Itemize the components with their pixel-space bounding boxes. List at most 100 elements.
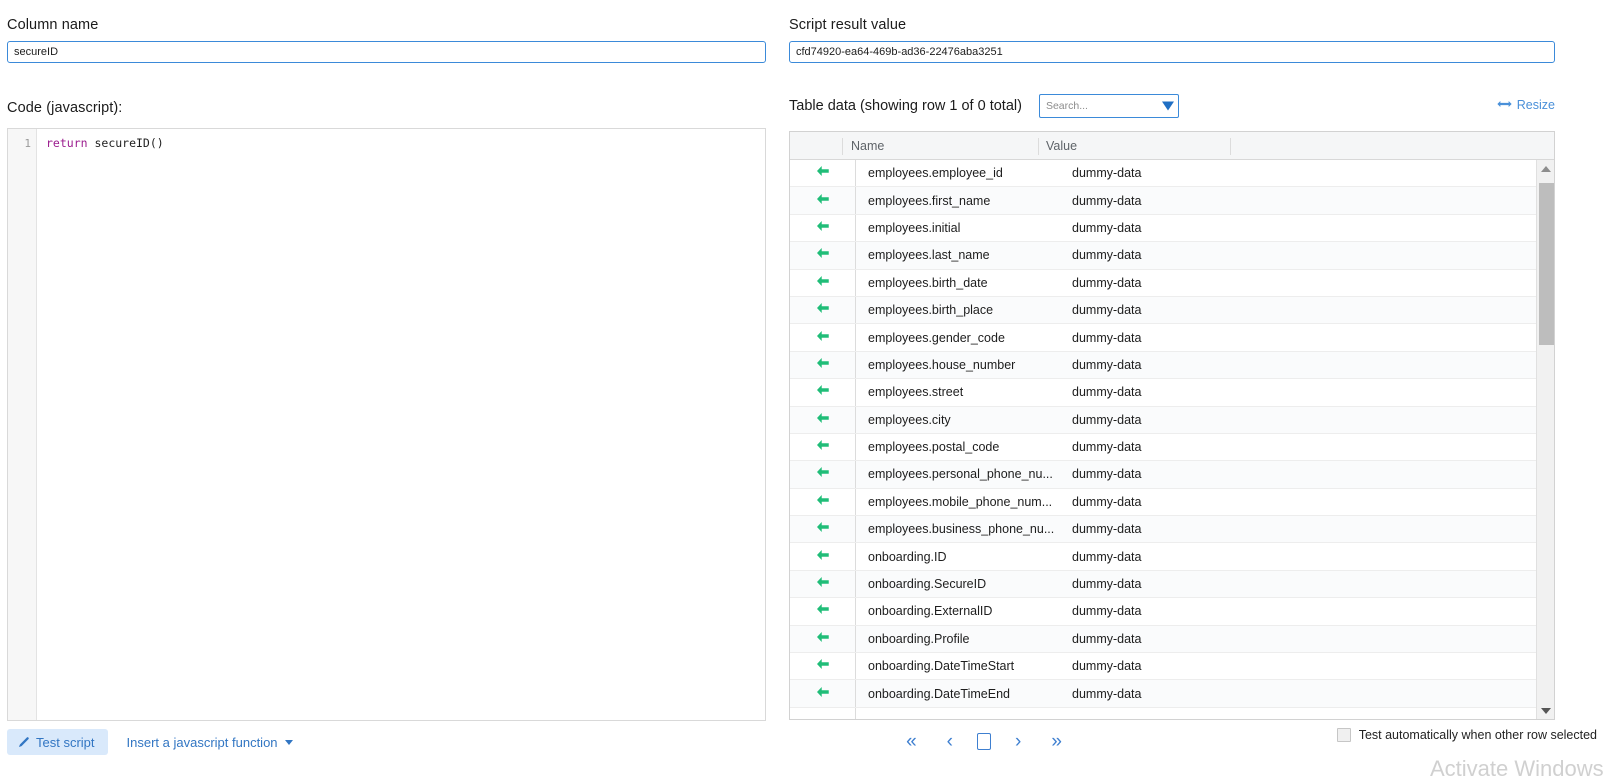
vertical-scrollbar[interactable]	[1536, 160, 1554, 719]
header-separator-3	[1230, 138, 1231, 155]
column-name-input[interactable]: secureID	[7, 41, 766, 63]
row-select-cell[interactable]	[790, 625, 856, 653]
row-select-cell[interactable]	[790, 433, 856, 461]
table-row[interactable]: employees.gender_code dummy-data	[790, 324, 1536, 352]
arrow-left-icon[interactable]	[816, 411, 830, 429]
previous-page-button[interactable]: ‹	[941, 730, 959, 753]
arrow-left-icon[interactable]	[816, 575, 830, 593]
row-select-cell[interactable]	[790, 296, 856, 324]
table-row[interactable]: onboarding.ExternalID dummy-data	[790, 598, 1536, 626]
arrow-left-icon[interactable]	[816, 301, 830, 319]
column-name-value: secureID	[14, 46, 59, 58]
table-row[interactable]: employees.street dummy-data	[790, 379, 1536, 407]
row-select-cell[interactable]	[790, 707, 856, 719]
column-header-value[interactable]: Value	[1046, 139, 1077, 153]
table-row[interactable]: employees.house_number dummy-data	[790, 351, 1536, 380]
row-name-cell: employees.first_name	[868, 193, 991, 208]
auto-test-checkbox[interactable]	[1336, 728, 1351, 742]
arrow-left-icon[interactable]	[816, 548, 830, 566]
row-select-cell[interactable]	[790, 653, 856, 680]
table-header-row: Name Value	[790, 132, 1554, 160]
arrow-left-icon[interactable]	[816, 274, 830, 292]
arrow-left-icon[interactable]	[816, 630, 830, 648]
last-page-button[interactable]: »	[1045, 730, 1068, 753]
current-page-button[interactable]	[977, 733, 991, 750]
row-select-cell[interactable]	[790, 269, 856, 296]
arrow-left-icon[interactable]	[816, 685, 830, 703]
row-select-cell[interactable]	[790, 516, 856, 543]
resize-label: Resize	[1516, 98, 1555, 112]
scroll-up-arrow-icon[interactable]	[1537, 160, 1554, 177]
filter-dropdown-icon[interactable]	[1161, 101, 1174, 111]
arrow-left-icon[interactable]	[816, 219, 830, 237]
table-row[interactable]: employees.birth_place dummy-data	[790, 296, 1536, 325]
row-name-cell: employees.employee_id	[868, 166, 1003, 181]
arrow-left-icon[interactable]	[816, 520, 830, 538]
script-editor-page: Column name secureID Code (javascript): …	[0, 0, 1605, 780]
row-select-cell[interactable]	[790, 461, 856, 488]
arrow-left-icon[interactable]	[816, 493, 830, 511]
column-header-name[interactable]: Name	[851, 139, 884, 153]
table-row[interactable]: employees.employee_id dummy-data	[790, 160, 1536, 188]
row-name-cell: employees.house_number	[868, 357, 1016, 372]
test-script-button[interactable]: Test script	[7, 729, 108, 755]
row-select-cell[interactable]	[790, 680, 856, 707]
code-text-area[interactable]: return secureID()	[37, 129, 765, 720]
pencil-icon	[17, 736, 30, 749]
header-separator-2	[1038, 138, 1039, 155]
row-select-cell[interactable]	[790, 214, 856, 242]
auto-test-checkbox-row[interactable]: Test automatically when other row select…	[1336, 728, 1597, 742]
scroll-down-arrow-icon[interactable]	[1537, 702, 1554, 719]
table-row[interactable]: onboarding.ID dummy-data	[790, 543, 1536, 571]
scrollbar-thumb[interactable]	[1539, 183, 1554, 345]
table-row[interactable]: employees.business_phone_nu... dummy-data	[790, 516, 1536, 544]
table-row[interactable]: employees.personal_phone_nu... dummy-data	[790, 461, 1536, 489]
table-row[interactable]: employees.initial dummy-data	[790, 214, 1536, 243]
search-input[interactable]: Search...	[1038, 94, 1179, 118]
arrow-left-icon[interactable]	[816, 192, 830, 210]
script-result-input[interactable]: cfd74920-ea64-469b-ad36-22476aba3251	[789, 41, 1555, 63]
table-row[interactable]: employees.city dummy-data	[790, 406, 1536, 434]
auto-test-label: Test automatically when other row select…	[1358, 728, 1597, 742]
code-editor[interactable]: 1 return secureID()	[7, 128, 766, 721]
table-row[interactable]: onboarding.Profile dummy-data	[790, 625, 1536, 654]
table-body[interactable]: employees.employee_id dummy-data employees…	[790, 160, 1536, 719]
row-select-cell[interactable]	[790, 570, 856, 598]
arrow-left-icon[interactable]	[816, 246, 830, 264]
row-select-cell[interactable]	[790, 160, 856, 187]
row-name-cell: employees.birth_place	[868, 303, 994, 318]
row-value-cell: dummy-data	[1072, 275, 1142, 290]
table-row[interactable]: onboarding.DateTimeStart dummy-data	[790, 653, 1536, 681]
row-select-cell[interactable]	[790, 406, 856, 433]
row-select-cell[interactable]	[790, 488, 856, 516]
row-select-cell[interactable]	[790, 324, 856, 351]
row-select-cell[interactable]	[790, 543, 856, 570]
table-row[interactable]: employees.postal_code dummy-data	[790, 433, 1536, 462]
row-select-cell[interactable]	[790, 379, 856, 406]
arrow-left-icon[interactable]	[816, 383, 830, 401]
arrow-left-icon[interactable]	[816, 438, 830, 456]
arrow-left-icon[interactable]	[816, 329, 830, 347]
table-row[interactable]: employees.mobile_phone_num... dummy-data	[790, 488, 1536, 517]
table-row[interactable]: employees.first_name dummy-data	[790, 187, 1536, 215]
first-page-button[interactable]: «	[900, 730, 923, 753]
table-row[interactable]: onboarding.SecureID dummy-data	[790, 570, 1536, 599]
insert-javascript-function-button[interactable]: Insert a javascript function	[127, 735, 293, 750]
table-row[interactable]	[790, 707, 1536, 719]
table-row[interactable]: employees.last_name dummy-data	[790, 242, 1536, 270]
row-select-cell[interactable]	[790, 242, 856, 269]
table-row[interactable]: employees.birth_date dummy-data	[790, 269, 1536, 297]
next-page-button[interactable]: ›	[1009, 730, 1027, 753]
arrow-left-icon[interactable]	[816, 356, 830, 374]
row-select-cell[interactable]	[790, 598, 856, 625]
table-row[interactable]: onboarding.DateTimeEnd dummy-data	[790, 680, 1536, 708]
resize-horizontal-icon	[1497, 98, 1512, 112]
row-select-cell[interactable]	[790, 187, 856, 214]
arrow-left-icon[interactable]	[816, 164, 830, 182]
resize-link[interactable]: Resize	[1497, 98, 1555, 112]
arrow-left-icon[interactable]	[816, 465, 830, 483]
arrow-left-icon[interactable]	[816, 657, 830, 675]
arrow-left-icon[interactable]	[816, 602, 830, 620]
row-select-cell[interactable]	[790, 351, 856, 379]
script-result-value: cfd74920-ea64-469b-ad36-22476aba3251	[796, 46, 1003, 58]
